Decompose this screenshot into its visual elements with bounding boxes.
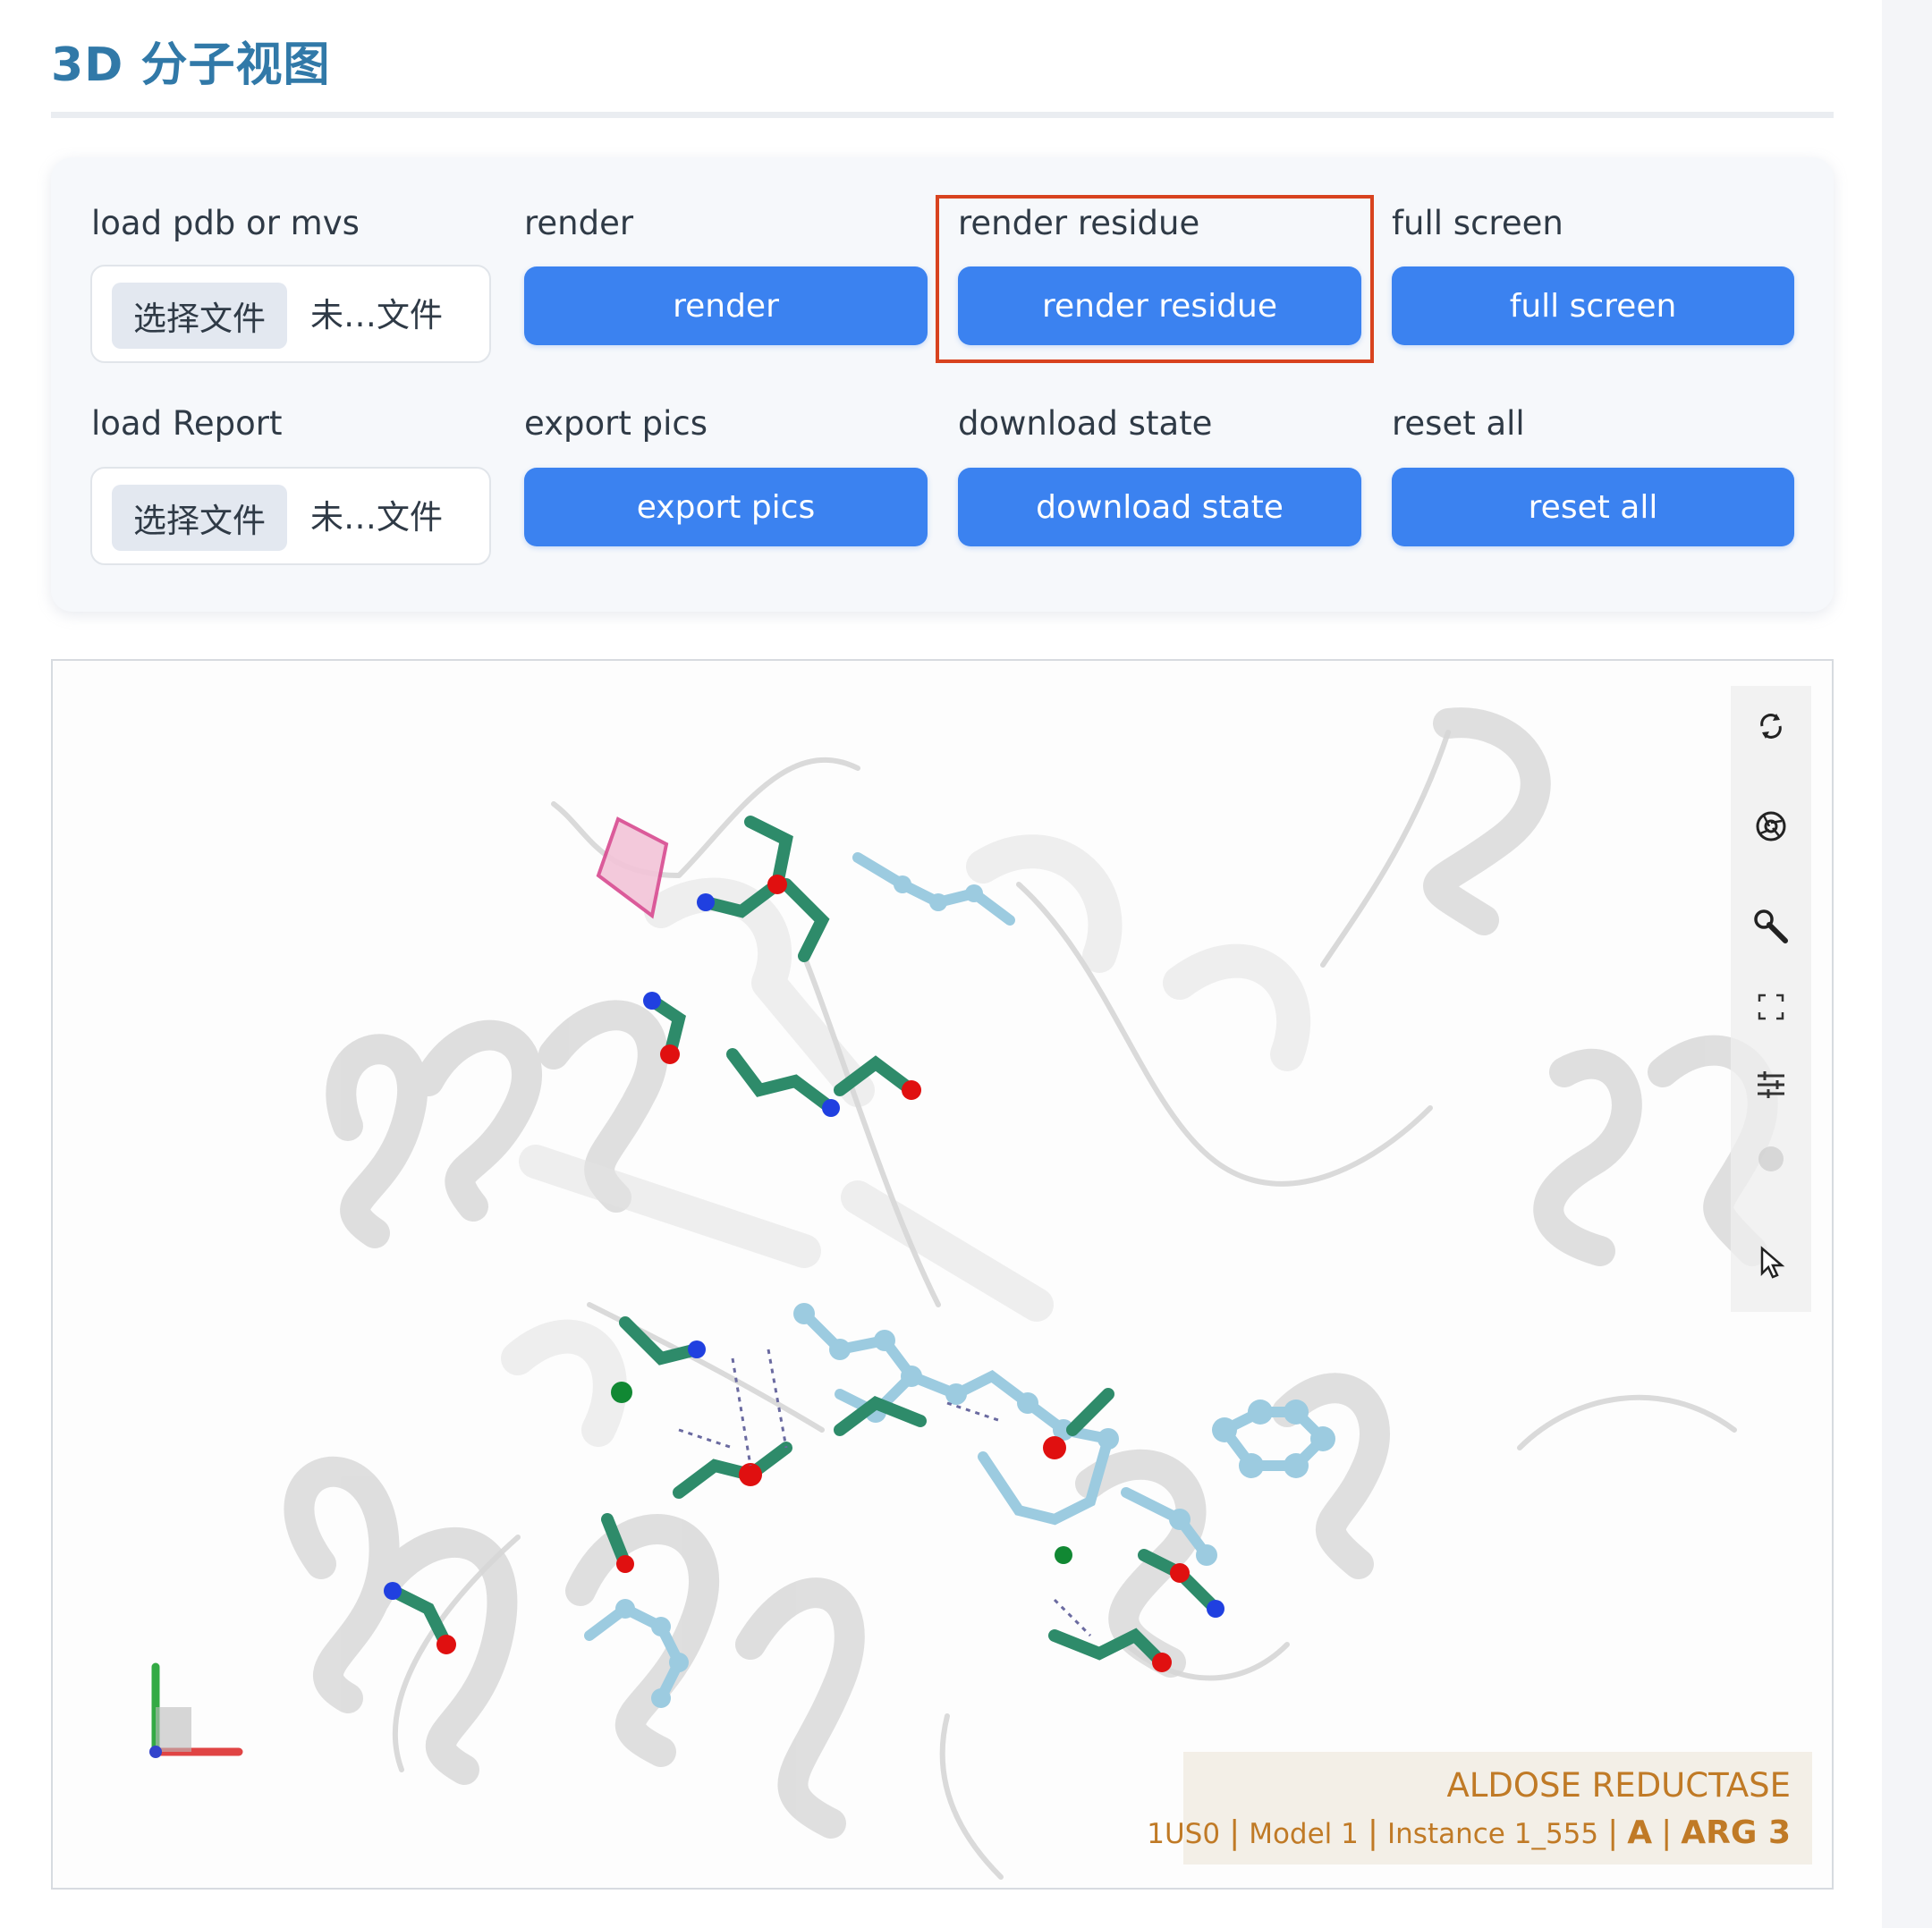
title-divider — [51, 112, 1834, 118]
selection-pointer-icon[interactable] — [1731, 1222, 1811, 1303]
structure-identifier-line: 1US0 | Model 1 | Instance 1_555 | A | ARG 3 — [1147, 1814, 1791, 1851]
orientation-axes — [149, 1662, 243, 1758]
full-screen-button[interactable]: full screen — [1392, 266, 1794, 345]
protein-ribbons — [284, 707, 1778, 1880]
export-pics-label: export pics — [524, 404, 708, 443]
instance-label: Instance 1_555 — [1387, 1818, 1599, 1850]
reset-all-button[interactable]: reset all — [1392, 468, 1794, 546]
oxygen-atoms — [436, 875, 1190, 1672]
toggle-icon[interactable] — [1731, 1119, 1811, 1199]
molecule-viewer-canvas[interactable]: ALDOSE REDUCTASE 1US0 | Model 1 | Instance 1… — [51, 659, 1834, 1890]
download-state-button[interactable]: download state — [958, 468, 1361, 546]
controls-sliders-icon[interactable] — [1731, 1044, 1811, 1124]
page-title: 3D 分子视图 — [51, 38, 331, 92]
load-report-choose-file-button[interactable]: 选择文件 — [112, 485, 287, 551]
model-label: Model 1 — [1249, 1818, 1359, 1850]
interaction-lines — [678, 1349, 1092, 1637]
screenshot-icon[interactable] — [1731, 786, 1811, 867]
render-label: render — [524, 204, 634, 242]
load-pdb-file-status: 未…文件 — [310, 296, 443, 334]
ligand-atoms — [615, 875, 1335, 1708]
reset-all-label: reset all — [1392, 404, 1525, 443]
reset-camera-icon[interactable] — [1731, 686, 1811, 766]
structure-info-overlay: ALDOSE REDUCTASE 1US0 | Model 1 | Instance 1… — [1147, 1752, 1812, 1865]
load-report-file-status: 未…文件 — [310, 498, 443, 537]
render-button[interactable]: render — [524, 266, 928, 345]
load-pdb-label: load pdb or mvs — [91, 204, 360, 242]
download-state-label: download state — [958, 404, 1213, 443]
render-residue-highlight-frame — [936, 195, 1374, 363]
load-pdb-choose-file-button[interactable]: 选择文件 — [112, 283, 287, 349]
load-report-file-input[interactable]: 选择文件 未…文件 — [90, 467, 491, 565]
load-pdb-file-input[interactable]: 选择文件 未…文件 — [90, 265, 491, 363]
protein-name: ALDOSE REDUCTASE — [1446, 1766, 1791, 1805]
binding-site-marker — [596, 816, 669, 919]
page-scroll-gutter — [1882, 0, 1932, 1928]
protein-structure-render — [149, 707, 1778, 1880]
residue-id: ARG 3 — [1681, 1814, 1791, 1851]
pdb-id: 1US0 — [1147, 1818, 1221, 1850]
expand-icon[interactable] — [1731, 967, 1811, 1047]
chain-id: A — [1627, 1814, 1653, 1851]
load-report-label: load Report — [91, 404, 283, 443]
viewer-toolbar — [1731, 686, 1811, 1312]
full-screen-label: full screen — [1392, 204, 1563, 242]
export-pics-button[interactable]: export pics — [524, 468, 928, 546]
settings-wrench-icon[interactable] — [1731, 886, 1811, 967]
